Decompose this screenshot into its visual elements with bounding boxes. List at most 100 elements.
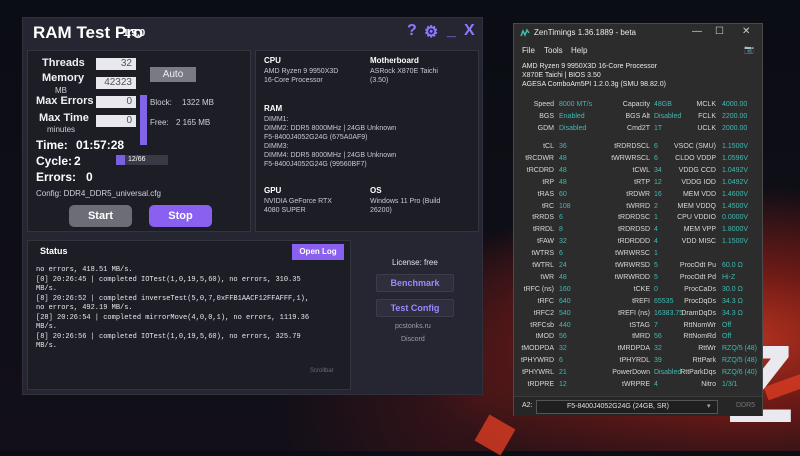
timing-value: 8000 MT/s: [559, 101, 593, 108]
timing-value: 540: [559, 309, 571, 317]
timing-label: CLDO VDDP: [675, 154, 716, 162]
timing-label: tMRDPDA: [617, 345, 650, 353]
os-heading: OS: [370, 186, 382, 195]
timing-label: tPHYWRD: [520, 357, 554, 365]
timing-label: GDM: [537, 125, 554, 132]
free-label: Free:: [150, 118, 169, 127]
timing-value: 5: [654, 273, 658, 281]
timing-label: VDDG IOD: [681, 178, 716, 186]
threads-input[interactable]: 32: [96, 58, 136, 70]
timing-label: BGS Alt: [625, 113, 650, 120]
start-button[interactable]: Start: [69, 205, 132, 227]
cycle-value: 2: [74, 154, 81, 168]
auto-button[interactable]: Auto: [150, 67, 196, 82]
timing-label: tWTRL: [532, 262, 554, 269]
timing-value: 0.0000V: [722, 214, 749, 222]
timing-value: 36: [559, 143, 567, 150]
timing-label: tMRD: [632, 333, 650, 341]
ram-heading: RAM: [264, 104, 283, 113]
max-time-label: Max Time: [39, 112, 89, 124]
timing-label: RttNomWr: [683, 321, 716, 329]
timing-value: 1.4500V: [722, 202, 749, 210]
timing-label: tWRWRSD: [615, 262, 650, 269]
timing-label: tRDRDSC: [618, 214, 650, 222]
timing-label: CPU VDDIO: [677, 214, 716, 222]
discord-link[interactable]: Discord: [401, 336, 425, 343]
timing-value: 32: [654, 345, 662, 353]
test-config-button[interactable]: Test Config: [376, 299, 454, 317]
timing-label: tCL: [543, 143, 554, 150]
timing-value: 7: [654, 321, 658, 329]
timing-label: VSOC (SMU): [674, 143, 716, 150]
progress-fill: [116, 155, 126, 165]
module-select[interactable]: F5-8400J4052G24G (24GB, SR) ▾: [536, 400, 718, 414]
menu-tools[interactable]: Tools: [544, 46, 563, 55]
os-text: Windows 11 Pro (Build 26200): [370, 198, 441, 214]
timing-value: 4: [654, 381, 658, 388]
timing-label: VDD MISC: [681, 238, 716, 246]
menu-file[interactable]: File: [522, 46, 535, 55]
timing-value: 440: [559, 321, 571, 329]
scrollbar[interactable]: Scrollbar: [310, 368, 334, 374]
timing-label: tPHYWRL: [522, 369, 554, 377]
timing-value: 6: [559, 214, 563, 222]
cycle-progress: 12/66: [116, 155, 168, 165]
max-time-input[interactable]: 0: [96, 115, 136, 127]
menu-help[interactable]: Help: [571, 46, 587, 55]
timing-value: 6: [654, 143, 658, 150]
threads-label: Threads: [42, 57, 85, 69]
timing-label: tRRDS: [532, 214, 554, 222]
timing-label: tWRWRSC: [615, 250, 650, 258]
timing-label: tRDRDDD: [617, 238, 650, 246]
pcstonks-link[interactable]: pcstonks.ru: [395, 323, 431, 330]
time-label: Time:: [36, 138, 68, 152]
screenshot-icon[interactable]: 📷: [744, 45, 754, 54]
timing-value: 30.0 Ω: [722, 285, 743, 293]
help-icon[interactable]: ?: [407, 22, 417, 40]
benchmark-button[interactable]: Benchmark: [376, 274, 454, 292]
timing-value: 48: [559, 178, 567, 186]
timing-label: Cmd2T: [627, 125, 650, 132]
memory-label: Memory: [42, 72, 85, 84]
maximize-button[interactable]: ☐: [715, 26, 724, 37]
memory-slider[interactable]: [140, 95, 147, 145]
open-log-button[interactable]: Open Log: [292, 244, 344, 260]
timing-label: Nitro: [701, 381, 716, 388]
cycle-label: Cycle:: [36, 154, 73, 168]
timing-value: 1.1500V: [722, 143, 749, 150]
timing-label: tWR: [540, 273, 554, 281]
errors-label: Errors:: [36, 170, 77, 184]
timing-label: tCWL: [632, 166, 651, 174]
timing-value: Off: [722, 321, 732, 329]
timing-value: 1: [654, 250, 658, 258]
window-title: ZenTimings 1.36.1889 - beta: [534, 28, 636, 37]
timing-label: tRAS: [537, 190, 554, 198]
timing-label: tRCDWR: [525, 154, 554, 162]
ram-text: DIMM1: DIMM2: DDR5 8000MHz | 24GB Unknow…: [264, 116, 397, 168]
timing-label: tRFC: [537, 297, 554, 305]
close-button[interactable]: X: [464, 22, 475, 40]
timing-value: 160: [559, 285, 571, 293]
timing-value: 1.1500V: [722, 238, 749, 246]
timing-label: tRDPRE: [527, 381, 554, 388]
timing-label: tRC: [541, 202, 554, 210]
memory-input[interactable]: 42323: [96, 77, 136, 89]
minimize-button[interactable]: —: [692, 26, 702, 37]
timing-label: BGS: [539, 113, 554, 120]
max-errors-input[interactable]: 0: [96, 96, 136, 108]
timing-value: 1/3/1: [722, 381, 738, 388]
minimize-button[interactable]: _: [447, 22, 456, 40]
gear-icon[interactable]: ⚙: [424, 22, 438, 42]
module-bar: A2: F5-8400J4052G24G (24GB, SR) ▾ DDR5: [514, 396, 762, 416]
timing-value: 24: [559, 262, 567, 269]
timing-value: 6: [559, 250, 563, 258]
timing-label: UCLK: [697, 125, 716, 132]
timing-label: RttNomRd: [683, 333, 716, 341]
timing-value: 1.8000V: [722, 226, 749, 234]
settings-panel: Threads 32 Memory MB 42323 Auto Max Erro…: [27, 50, 251, 232]
timing-value: 4: [654, 226, 658, 234]
timing-value: 32: [559, 238, 567, 246]
close-button[interactable]: ✕: [742, 26, 750, 37]
stop-button[interactable]: Stop: [149, 205, 212, 227]
timing-label: tRCDRD: [526, 166, 554, 174]
